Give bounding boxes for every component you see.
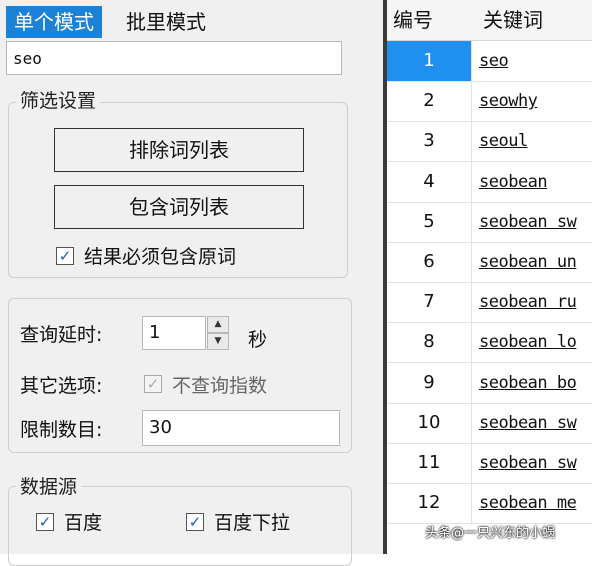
table-row[interactable]: 3 seoul <box>387 121 592 163</box>
row-number: 9 <box>387 362 472 403</box>
table-row[interactable]: 7 seobean ru <box>387 282 592 324</box>
table-row[interactable]: 9 seobean bo <box>387 362 592 404</box>
header-keyword[interactable]: 关键词 <box>483 0 543 40</box>
tab-single-mode[interactable]: 单个模式 <box>6 6 102 38</box>
row-keyword[interactable]: seobean me <box>479 483 577 523</box>
baidu-checkbox[interactable]: ✓ <box>36 513 54 531</box>
row-number: 6 <box>387 242 472 282</box>
row-keyword[interactable]: seobean lo <box>479 322 577 362</box>
row-keyword[interactable]: seobean sw <box>479 403 577 443</box>
spin-down-icon[interactable]: ▼ <box>207 333 229 350</box>
table-row[interactable]: 11 seobean sw <box>387 443 592 484</box>
row-number: 3 <box>387 121 472 162</box>
table-row[interactable]: 8 seobean lo <box>387 322 592 364</box>
row-number: 7 <box>387 282 472 323</box>
baidu-label: 百度 <box>64 512 103 534</box>
table-row[interactable]: 6 seobean un <box>387 242 592 283</box>
checkbox-check-icon: ✓ <box>38 513 52 531</box>
baidu-suggest-label: 百度下拉 <box>214 512 291 534</box>
watermark: 头条@一只兴东的小蜗 <box>425 526 556 541</box>
include-words-button[interactable]: 包含词列表 <box>54 185 304 229</box>
row-keyword[interactable]: seobean <box>479 162 548 202</box>
query-delay-input[interactable]: 1 <box>142 316 206 350</box>
delay-unit-label: 秒 <box>248 329 268 351</box>
table-header: 编号 关键词 <box>387 0 592 41</box>
results-table: 编号 关键词 1 seo 2 seowhy 3 seoul 4 seobean 5 seobean… <box>387 0 592 554</box>
row-keyword[interactable]: seowhy <box>479 81 538 121</box>
table-row[interactable]: 4 seobean <box>387 161 592 203</box>
must-contain-checkbox[interactable]: ✓ <box>56 247 74 265</box>
table-row[interactable]: 2 seowhy <box>387 81 592 123</box>
row-number: 2 <box>387 81 472 122</box>
header-number[interactable]: 编号 <box>393 0 433 40</box>
must-contain-label: 结果必须包含原词 <box>84 246 237 268</box>
spin-up-icon[interactable]: ▲ <box>207 316 229 333</box>
row-number: 1 <box>387 41 472 81</box>
table-row[interactable]: 10 seobean sw <box>387 402 592 444</box>
query-delay-label: 查询延时: <box>20 324 103 346</box>
row-number: 8 <box>387 322 472 363</box>
left-panel: 单个模式 批里模式 seo 筛选设置 排除词列表 包含词列表 ✓ 结果必须包含原… <box>0 0 383 566</box>
checkbox-check-icon: ✓ <box>146 375 160 393</box>
baidu-suggest-checkbox[interactable]: ✓ <box>186 513 204 531</box>
seed-keyword-input[interactable]: seo <box>6 41 342 75</box>
checkbox-check-icon: ✓ <box>58 247 72 265</box>
filter-settings-title: 筛选设置 <box>16 86 101 113</box>
limit-count-label: 限制数目: <box>20 419 103 441</box>
row-keyword[interactable]: seobean sw <box>479 202 577 242</box>
row-keyword[interactable]: seobean ru <box>479 282 577 322</box>
row-keyword[interactable]: seobean sw <box>479 443 577 483</box>
no-index-label: 不查询指数 <box>172 375 268 397</box>
limit-count-input[interactable]: 30 <box>142 410 340 446</box>
table-row[interactable]: 12 seobean me <box>387 483 592 525</box>
no-index-checkbox: ✓ <box>144 375 162 393</box>
row-number: 12 <box>387 483 472 524</box>
datasource-title: 数据源 <box>16 472 82 499</box>
other-options-label: 其它选项: <box>20 375 103 397</box>
row-number: 4 <box>387 161 472 202</box>
exclude-words-button[interactable]: 排除词列表 <box>54 128 304 172</box>
row-keyword[interactable]: seo <box>479 41 509 81</box>
checkbox-check-icon: ✓ <box>188 513 202 531</box>
row-keyword[interactable]: seobean un <box>479 242 577 282</box>
table-row[interactable]: 1 seo <box>387 41 592 82</box>
table-row[interactable]: 5 seobean sw <box>387 201 592 243</box>
row-number: 11 <box>387 443 472 483</box>
row-number: 10 <box>387 402 472 443</box>
row-keyword[interactable]: seoul <box>479 121 528 161</box>
row-keyword[interactable]: seobean bo <box>479 363 577 403</box>
tab-batch-mode[interactable]: 批里模式 <box>118 6 214 38</box>
row-number: 5 <box>387 201 472 242</box>
